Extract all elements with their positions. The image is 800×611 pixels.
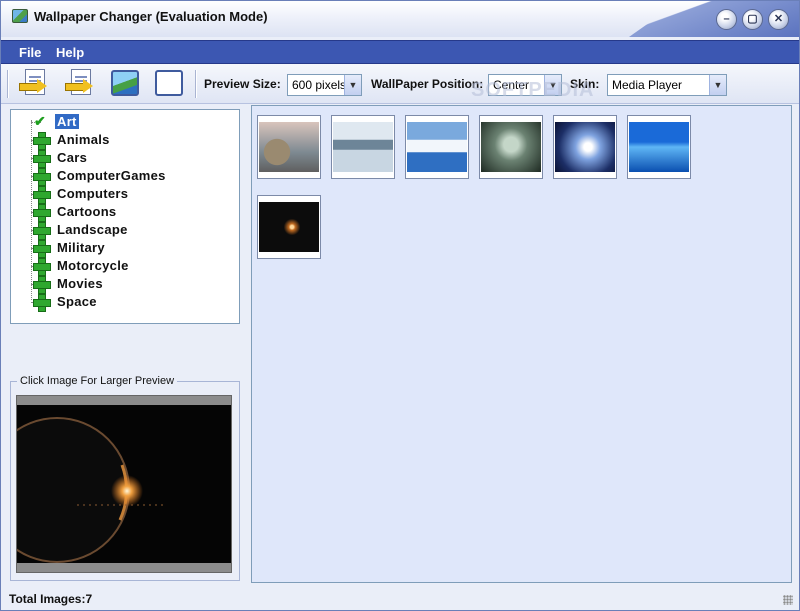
tree-item-motorcycle[interactable]: Motorcycle xyxy=(11,257,239,276)
thumbnail-gallery xyxy=(251,105,792,583)
plus-icon[interactable] xyxy=(33,222,51,240)
preview-group: Click Image For Larger Preview xyxy=(10,375,240,581)
plus-icon[interactable] xyxy=(33,258,51,276)
tree-item-label: Cars xyxy=(57,150,88,165)
tree-item-label: Art xyxy=(55,114,79,129)
maximize-button[interactable]: ▢ xyxy=(742,9,763,30)
tree-item-cars[interactable]: Cars xyxy=(11,149,239,168)
category-tree[interactable]: ✔ Art Animals Cars ComputerGames Computers Car… xyxy=(10,109,240,324)
blank-window-icon xyxy=(155,70,183,96)
tree-item-label: Landscape xyxy=(57,222,128,237)
tree-item-label: Movies xyxy=(57,276,103,291)
plus-icon[interactable] xyxy=(33,276,51,294)
app-window: Wallpaper Changer (Evaluation Mode) – ▢ … xyxy=(0,0,800,611)
plus-icon[interactable] xyxy=(33,204,51,222)
thumbnail-1[interactable] xyxy=(257,115,321,179)
skin-select[interactable]: Media Player ▼ xyxy=(607,74,727,96)
tree-item-animals[interactable]: Animals xyxy=(11,131,239,150)
thumbnail-7[interactable] xyxy=(257,195,321,259)
tree-item-label: Computers xyxy=(57,186,129,201)
plus-icon[interactable] xyxy=(33,294,51,312)
menu-file[interactable]: File xyxy=(19,45,41,60)
preview-legend: Click Image For Larger Preview xyxy=(17,375,178,387)
minimize-button[interactable]: – xyxy=(716,9,737,30)
resize-grip[interactable] xyxy=(783,595,793,605)
tree-item-label: Motorcycle xyxy=(57,258,129,273)
chevron-down-icon[interactable]: ▼ xyxy=(709,75,726,95)
toolbar-button-window[interactable] xyxy=(151,67,187,101)
total-images-status: Total Images:7 xyxy=(9,592,93,606)
watermark: SOFTPEDIA xyxy=(471,79,595,101)
tree-item-label: ComputerGames xyxy=(57,168,166,183)
plus-icon[interactable] xyxy=(33,132,51,150)
thumbnail-5[interactable] xyxy=(553,115,617,179)
wallpaper-position-label: WallPaper Position: xyxy=(371,77,484,91)
tree-item-label: Space xyxy=(57,294,97,309)
plus-icon[interactable] xyxy=(33,150,51,168)
thumbnail-2[interactable] xyxy=(331,115,395,179)
title-bar: Wallpaper Changer (Evaluation Mode) – ▢ … xyxy=(1,1,799,37)
window-title: Wallpaper Changer (Evaluation Mode) xyxy=(34,9,268,24)
toolbar-button-2[interactable] xyxy=(63,67,99,101)
arrow-right-icon xyxy=(19,79,47,93)
tree-item-computergames[interactable]: ComputerGames xyxy=(11,167,239,186)
plus-icon[interactable] xyxy=(33,240,51,258)
check-icon: ✔ xyxy=(34,113,46,129)
tree-item-landscape[interactable]: Landscape xyxy=(11,221,239,240)
close-button[interactable]: ✕ xyxy=(768,9,789,30)
thumbnail-6[interactable] xyxy=(627,115,691,179)
tree-item-cartoons[interactable]: Cartoons xyxy=(11,203,239,222)
menu-help[interactable]: Help xyxy=(56,45,84,60)
skin-value: Media Player xyxy=(612,78,683,92)
thumbnail-3[interactable] xyxy=(405,115,469,179)
app-icon xyxy=(12,9,28,23)
plus-icon[interactable] xyxy=(33,186,51,204)
large-preview-image[interactable] xyxy=(16,395,232,573)
preview-size-label: Preview Size: xyxy=(204,77,281,91)
thumbnail-4[interactable] xyxy=(479,115,543,179)
tree-item-movies[interactable]: Movies xyxy=(11,275,239,294)
tree-item-art[interactable]: ✔ Art xyxy=(11,113,239,131)
menu-bar: File Help xyxy=(1,40,799,64)
arrow-right-icon xyxy=(65,79,93,93)
toolbar-button-set-wallpaper[interactable] xyxy=(107,67,143,101)
preview-eclipse-image xyxy=(17,405,231,563)
tree-item-military[interactable]: Military xyxy=(11,239,239,258)
plus-icon[interactable] xyxy=(33,168,51,186)
preview-size-value: 600 pixels xyxy=(292,78,347,92)
tree-item-label: Cartoons xyxy=(57,204,117,219)
tree-item-space[interactable]: Space xyxy=(11,293,239,312)
tree-item-computers[interactable]: Computers xyxy=(11,185,239,204)
toolbar-button-1[interactable] xyxy=(17,67,53,101)
tree-item-label: Military xyxy=(57,240,105,255)
chevron-down-icon[interactable]: ▼ xyxy=(344,75,361,95)
preview-size-select[interactable]: 600 pixels ▼ xyxy=(287,74,362,96)
tree-item-label: Animals xyxy=(57,132,110,147)
toolbar: Preview Size: 600 pixels ▼ WallPaper Pos… xyxy=(1,64,799,104)
picture-icon xyxy=(111,70,139,96)
